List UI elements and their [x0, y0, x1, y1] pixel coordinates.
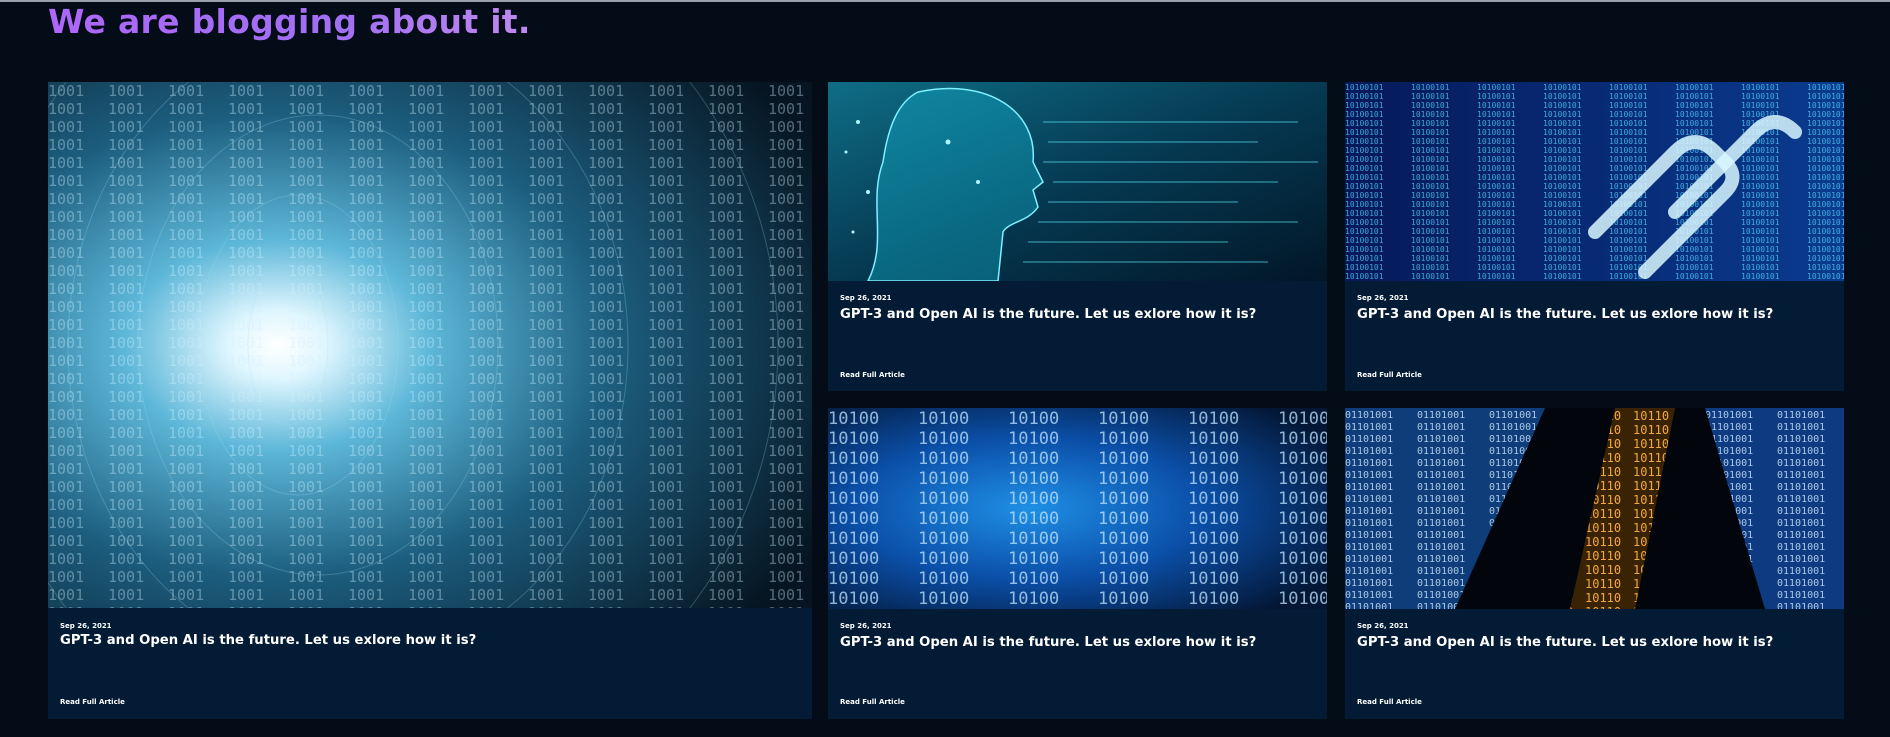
binary-grid-graphic: 10100 — [828, 408, 1327, 609]
binary-tunnel-graphic: 1001 — [48, 82, 812, 608]
post-title[interactable]: GPT-3 and Open AI is the future. Let us … — [840, 307, 1256, 322]
chain-link-graphic: 10100101 — [1345, 82, 1844, 281]
read-full-article-link[interactable]: Read Full Article — [1357, 698, 1422, 706]
post-date: Sep 26, 2021 — [840, 622, 892, 630]
post-date: Sep 26, 2021 — [1357, 622, 1409, 630]
blog-card-featured[interactable]: 1001 Sep 26, 2021 GPT-3 and Open AI is t… — [48, 82, 812, 719]
blog-card[interactable]: 10100 Sep 26, 2021 GPT-3 and Open AI is … — [828, 408, 1327, 719]
post-date: Sep 26, 2021 — [840, 294, 892, 302]
blog-card[interactable]: 01101001 10110 Sep 26, 2021 GPT-3 and Op… — [1345, 408, 1844, 719]
read-full-article-link[interactable]: Read Full Article — [60, 698, 125, 706]
post-date: Sep 26, 2021 — [60, 622, 112, 630]
post-title[interactable]: GPT-3 and Open AI is the future. Let us … — [60, 633, 476, 648]
binary-stream-graphic: 01101001 10110 — [1345, 408, 1844, 609]
post-title[interactable]: GPT-3 and Open AI is the future. Let us … — [1357, 635, 1773, 650]
section-heading: We are blogging about it. — [48, 2, 531, 41]
ai-head-graphic — [828, 82, 1327, 281]
read-full-article-link[interactable]: Read Full Article — [840, 698, 905, 706]
blog-card[interactable]: 10100101 Sep 26, 2021 GPT-3 and Open AI … — [1345, 82, 1844, 391]
ai-circuit-head-image[interactable] — [828, 82, 1327, 281]
binary-tunnel-image[interactable]: 1001 — [48, 82, 812, 608]
post-date: Sep 26, 2021 — [1357, 294, 1409, 302]
binary-stream-highlight-image[interactable]: 01101001 10110 — [1345, 408, 1844, 609]
binary-chain-link-image[interactable]: 10100101 — [1345, 82, 1844, 281]
blue-binary-grid-image[interactable]: 10100 — [828, 408, 1327, 609]
post-title[interactable]: GPT-3 and Open AI is the future. Let us … — [840, 635, 1256, 650]
read-full-article-link[interactable]: Read Full Article — [840, 371, 905, 379]
read-full-article-link[interactable]: Read Full Article — [1357, 371, 1422, 379]
blog-card[interactable]: Sep 26, 2021 GPT-3 and Open AI is the fu… — [828, 82, 1327, 391]
post-title[interactable]: GPT-3 and Open AI is the future. Let us … — [1357, 307, 1773, 322]
